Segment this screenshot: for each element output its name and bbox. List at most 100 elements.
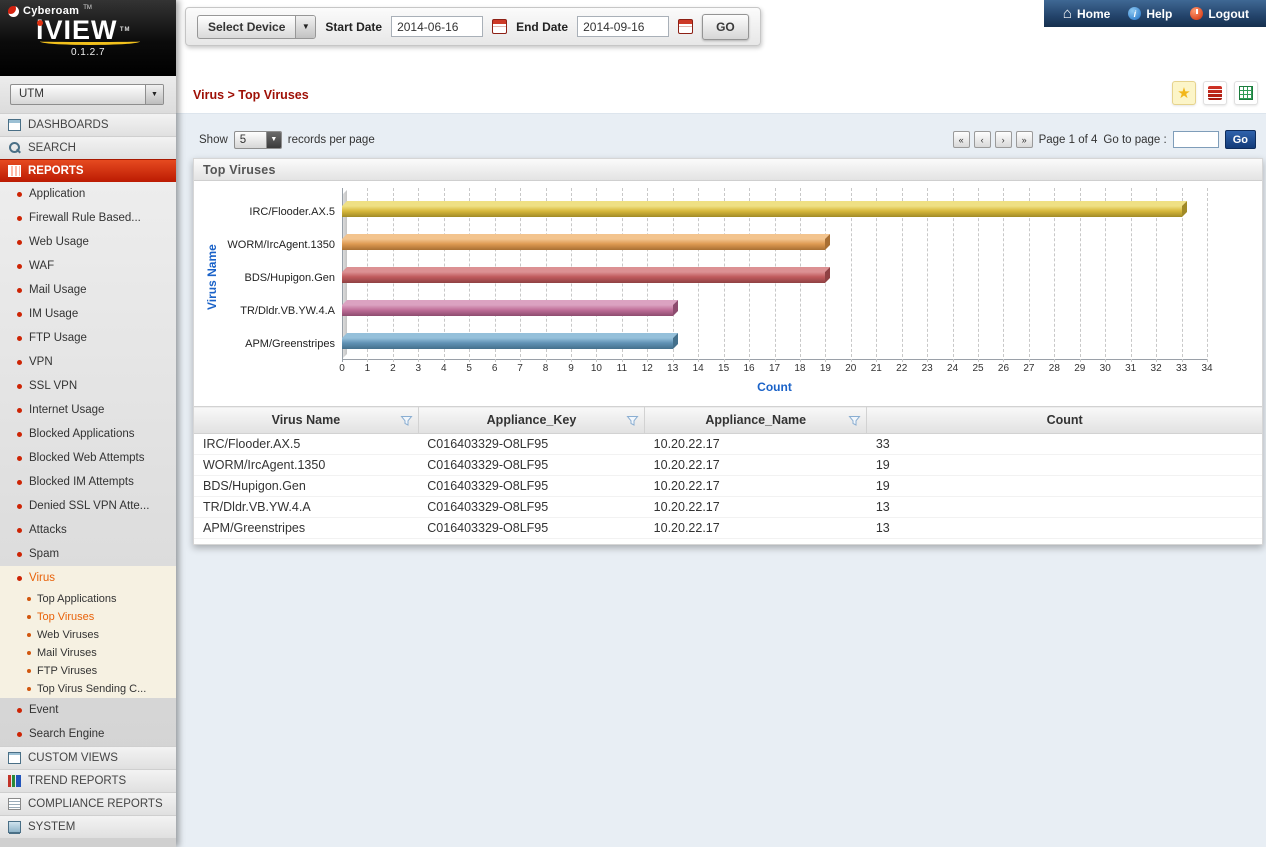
sidebar-item-ftp-viruses[interactable]: FTP Viruses [0, 662, 176, 680]
table-row[interactable]: APM/GreenstripesC016403329-O8LF9510.20.2… [194, 518, 1262, 539]
x-tick-label: 22 [896, 363, 907, 374]
sidebar-item-reports[interactable]: REPORTS [0, 159, 176, 182]
records-per-page-label: records per page [288, 134, 375, 146]
table-cell: C016403329-O8LF95 [418, 434, 644, 455]
filter-icon[interactable] [626, 415, 639, 427]
pdf-icon [1208, 86, 1222, 100]
sidebar-item-blocked-applications[interactable]: Blocked Applications [0, 422, 176, 446]
table-row[interactable]: TR/Dldr.VB.YW.4.AC016403329-O8LF9510.20.… [194, 497, 1262, 518]
chart-bar-bds-hupigon-gen[interactable] [342, 272, 825, 283]
chart-row [342, 228, 1207, 261]
column-header-count[interactable]: Count [867, 407, 1262, 434]
table-cell: 10.20.22.17 [645, 518, 867, 539]
sidebar-item-web-viruses[interactable]: Web Viruses [0, 626, 176, 644]
sidebar-item-internet-usage[interactable]: Internet Usage [0, 398, 176, 422]
sidebar-item-im-usage[interactable]: IM Usage [0, 302, 176, 326]
goto-page-input[interactable] [1173, 131, 1219, 148]
sidebar-item-ftp-usage[interactable]: FTP Usage [0, 326, 176, 350]
table-row[interactable]: IRC/Flooder.AX.5C016403329-O8LF9510.20.2… [194, 434, 1262, 455]
sidebar-item-virus[interactable]: Virus [0, 566, 176, 590]
sidebar-item-blocked-web-attempts[interactable]: Blocked Web Attempts [0, 446, 176, 470]
column-header-appliance-key[interactable]: Appliance_Key [418, 407, 644, 434]
topnav-label: Logout [1208, 7, 1249, 21]
toolbar: Select Device ▼ Start Date End Date GO [185, 7, 761, 46]
bullet-icon [17, 552, 22, 557]
sidebar-item-attacks[interactable]: Attacks [0, 518, 176, 542]
start-date-input[interactable] [391, 16, 483, 37]
table-row[interactable]: BDS/Hupigon.GenC016403329-O8LF9510.20.22… [194, 476, 1262, 497]
sidebar-item-system[interactable]: SYSTEM [0, 815, 176, 838]
page-size-dropdown[interactable]: 5 ▼ [234, 131, 282, 149]
topnav-home[interactable]: ⌂Home [1054, 0, 1119, 27]
sidebar-item-mail-viruses[interactable]: Mail Viruses [0, 644, 176, 662]
next-page-button[interactable]: › [995, 131, 1012, 148]
filter-icon[interactable] [400, 415, 413, 427]
panel-title: Top Viruses [194, 159, 1262, 181]
chart-bar-apm-greenstripes[interactable] [342, 338, 673, 349]
pdf-export-button[interactable] [1203, 81, 1227, 105]
device-type-dropdown[interactable]: UTM ▼ [10, 84, 164, 105]
select-device-dropdown[interactable]: Select Device ▼ [197, 15, 316, 39]
logo-dot-icon [37, 20, 43, 26]
sidebar-item-event[interactable]: Event [0, 698, 176, 722]
x-tick-label: 29 [1074, 363, 1085, 374]
sidebar-item-custom-views[interactable]: CUSTOM VIEWS [0, 746, 176, 769]
chart-bar-tr-dldr-vb-yw-4-a[interactable] [342, 305, 673, 316]
sidebar-item-search-engine[interactable]: Search Engine [0, 722, 176, 746]
sidebar-item-label: Blocked Web Attempts [29, 452, 144, 464]
prev-page-button[interactable]: ‹ [974, 131, 991, 148]
bullet-icon [17, 216, 22, 221]
bullet-icon [27, 597, 31, 601]
excel-export-button[interactable] [1234, 81, 1258, 105]
topnav-logout[interactable]: Logout [1181, 0, 1258, 27]
column-header-virus-name[interactable]: Virus Name [194, 407, 418, 434]
chart-bar-irc-flooder-ax-5[interactable] [342, 206, 1182, 217]
sidebar-item-top-virus-sending-c[interactable]: Top Virus Sending C... [0, 680, 176, 698]
x-tick-label: 23 [922, 363, 933, 374]
chart-bar-worm-ircagent-1350[interactable] [342, 239, 825, 250]
sidebar-item-label: SYSTEM [28, 821, 75, 833]
product-trademark: TM [120, 17, 131, 43]
sidebar-item-label: CUSTOM VIEWS [28, 752, 118, 764]
table-cell: 19 [867, 476, 1262, 497]
chart-row [342, 327, 1207, 360]
sidebar-item-top-applications[interactable]: Top Applications [0, 590, 176, 608]
sidebar-item-dashboards[interactable]: DASHBOARDS [0, 113, 176, 136]
bullet-icon [17, 504, 22, 509]
last-page-button[interactable]: » [1016, 131, 1033, 148]
chart-row [342, 261, 1207, 294]
sidebar-item-denied-ssl-vpn-atte[interactable]: Denied SSL VPN Atte... [0, 494, 176, 518]
filter-icon[interactable] [848, 415, 861, 427]
device-selector-row: UTM ▼ [0, 76, 176, 113]
first-page-button[interactable]: « [953, 131, 970, 148]
sidebar-item-label: Search Engine [29, 728, 104, 740]
sidebar-item-web-usage[interactable]: Web Usage [0, 230, 176, 254]
chart-plot-column: 0123456789101112131415161718192021222324… [342, 195, 1207, 404]
bullet-icon [17, 408, 22, 413]
end-date-input[interactable] [577, 16, 669, 37]
sidebar-item-trend-reports[interactable]: TREND REPORTS [0, 769, 176, 792]
table-row[interactable]: WORM/IrcAgent.1350C016403329-O8LF9510.20… [194, 455, 1262, 476]
calendar-icon[interactable] [492, 19, 507, 34]
go-button[interactable]: GO [702, 14, 749, 40]
sidebar-item-ssl-vpn[interactable]: SSL VPN [0, 374, 176, 398]
chevron-down-icon: ▼ [266, 132, 281, 148]
sidebar-item-blocked-im-attempts[interactable]: Blocked IM Attempts [0, 470, 176, 494]
column-header-appliance-name[interactable]: Appliance_Name [645, 407, 867, 434]
header: ⌂HomeiHelp Logout Select Device ▼ Start D… [176, 0, 1266, 114]
sidebar-item-mail-usage[interactable]: Mail Usage [0, 278, 176, 302]
sidebar-item-firewall-rule-based[interactable]: Firewall Rule Based... [0, 206, 176, 230]
bullet-icon [17, 708, 22, 713]
sidebar-item-application[interactable]: Application [0, 182, 176, 206]
sidebar-item-vpn[interactable]: VPN [0, 350, 176, 374]
sidebar-item-top-viruses[interactable]: Top Viruses [0, 608, 176, 626]
favorite-button[interactable]: ★ [1172, 81, 1196, 105]
sidebar-item-spam[interactable]: Spam [0, 542, 176, 566]
calendar-icon[interactable] [678, 19, 693, 34]
sidebar-item-compliance-reports[interactable]: COMPLIANCE REPORTS [0, 792, 176, 815]
sidebar-item-search[interactable]: SEARCH [0, 136, 176, 159]
goto-page-go-button[interactable]: Go [1225, 130, 1256, 149]
topnav-help[interactable]: iHelp [1119, 0, 1181, 27]
sidebar-item-waf[interactable]: WAF [0, 254, 176, 278]
table-cell: 13 [867, 518, 1262, 539]
